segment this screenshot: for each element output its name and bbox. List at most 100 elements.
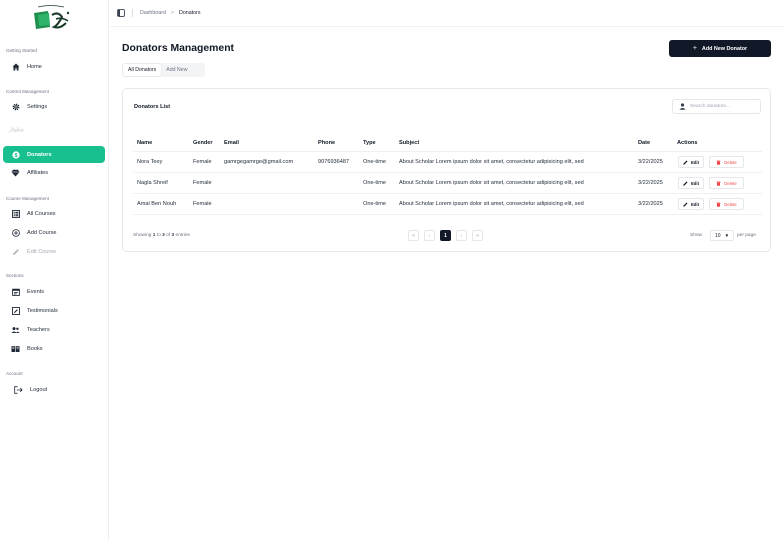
- grid-list-icon: [11, 209, 20, 218]
- tab-add-new[interactable]: Add New: [161, 64, 192, 76]
- last-page-button[interactable]: »: [472, 230, 483, 241]
- sidebar-item-label: Books: [27, 345, 43, 352]
- sidebar-item-blurred[interactable]: سكولار: [3, 121, 105, 138]
- cell-type: One-time: [363, 201, 387, 207]
- sidebar-item-label: Testimonials: [27, 307, 58, 314]
- header-divider: [133, 151, 762, 152]
- plus-icon: +: [692, 45, 697, 52]
- cell-date: 3/22/2025: [638, 201, 663, 207]
- cell-gender: Female: [193, 159, 212, 165]
- sidebar-item-donators[interactable]: $ Donators: [3, 146, 105, 163]
- add-new-donator-button[interactable]: + Add New Donator: [669, 40, 771, 57]
- row-divider: [133, 193, 762, 194]
- pencil-icon: [683, 181, 688, 186]
- col-header-name: Name: [137, 140, 153, 146]
- delete-button[interactable]: Delete: [709, 156, 744, 168]
- page-title: Donators Management: [122, 43, 235, 54]
- tab-all-donators[interactable]: All Donators: [123, 64, 162, 76]
- cell-subject: About Scholar Lorem ipsum dolor sit amet…: [399, 201, 584, 207]
- sidebar: Getting Started Home Control Management …: [0, 0, 109, 540]
- sidebar-item-label: Donators: [27, 151, 52, 158]
- showing-entries-text: Showing 1 to 3 of 3 entries: [133, 233, 190, 238]
- delete-button[interactable]: Delete: [709, 198, 744, 210]
- logo: [28, 3, 74, 33]
- cell-name: Nora Teey: [137, 159, 163, 165]
- col-header-gender: Gender: [193, 140, 213, 146]
- sidebar-item-logout[interactable]: Logout: [3, 381, 105, 398]
- sidebar-item-label: Edit Course: [27, 248, 57, 255]
- pencil-icon: [683, 202, 688, 207]
- delete-label: Delete: [724, 159, 737, 165]
- prev-page-button[interactable]: ‹: [424, 230, 435, 241]
- add-circle-icon: [11, 228, 20, 237]
- cell-email: gamrgegamrge@gmail.com: [224, 159, 294, 165]
- sidebar-item-settings[interactable]: Settings: [3, 98, 105, 115]
- search-input[interactable]: Search donators...: [672, 99, 761, 114]
- per-page-suffix: per page: [737, 233, 756, 238]
- per-page-value: 10: [715, 232, 721, 239]
- cell-type: One-time: [363, 159, 387, 165]
- sidebar-item-home[interactable]: Home: [3, 58, 105, 75]
- review-icon: [11, 306, 20, 315]
- showing-to-word: to: [156, 233, 161, 238]
- row-divider: [133, 172, 762, 173]
- search-placeholder: Search donators...: [690, 104, 730, 109]
- sidebar-toggle-icon[interactable]: [117, 9, 125, 17]
- trash-icon: [716, 160, 721, 165]
- sidebar-item-label: Events: [27, 288, 45, 295]
- col-header-email: Email: [224, 140, 239, 146]
- col-header-actions: Actions: [677, 140, 698, 146]
- section-control-management: Control Management: [6, 89, 49, 94]
- first-page-button[interactable]: «: [408, 230, 419, 241]
- sidebar-item-affiliates[interactable]: Affiliates: [3, 164, 105, 181]
- trash-icon: [716, 202, 721, 207]
- edit-label: Edit: [690, 201, 700, 207]
- svg-text:$: $: [14, 153, 17, 159]
- topbar-divider: [132, 9, 133, 17]
- cell-gender: Female: [193, 201, 212, 207]
- delete-label: Delete: [724, 180, 737, 186]
- section-sections: Sections: [6, 273, 24, 278]
- row-divider: [133, 214, 762, 215]
- showing-prefix: Showing: [133, 233, 152, 238]
- showing-entries-word: entries: [175, 233, 190, 238]
- people-icon: [11, 325, 20, 334]
- sidebar-item-teachers[interactable]: Teachers: [3, 321, 105, 338]
- col-header-phone: Phone: [318, 140, 336, 146]
- section-account: Account: [6, 371, 23, 376]
- col-header-type: Type: [363, 140, 376, 146]
- cell-subject: About Scholar Lorem ipsum dolor sit amet…: [399, 180, 584, 186]
- col-header-date: Date: [638, 140, 651, 146]
- edit-button[interactable]: Edit: [678, 177, 704, 189]
- edit-label: Edit: [690, 159, 700, 165]
- logout-icon: [14, 385, 23, 394]
- cell-type: One-time: [363, 180, 387, 186]
- showing-from: 1: [152, 233, 156, 238]
- user-search-icon: [679, 103, 686, 110]
- edit-button[interactable]: Edit: [678, 156, 704, 168]
- dollar-icon: $: [11, 150, 20, 159]
- chevron-right-icon: >: [170, 10, 175, 16]
- section-getting-started: Getting Started: [6, 48, 37, 53]
- page-1-button[interactable]: 1: [440, 230, 451, 241]
- sidebar-item-books[interactable]: Books: [3, 340, 105, 357]
- per-page-select[interactable]: 10 ▼: [710, 230, 734, 241]
- sidebar-item-edit-course[interactable]: Edit Course: [3, 243, 105, 260]
- sidebar-item-events[interactable]: Events: [3, 283, 105, 300]
- donators-list-card: Donators List Search donators... Name Ge…: [122, 88, 771, 252]
- next-page-button[interactable]: ›: [456, 230, 467, 241]
- sidebar-item-all-courses[interactable]: All Courses: [3, 205, 105, 222]
- breadcrumb-dashboard[interactable]: Dashboard: [140, 10, 166, 16]
- diamond-icon: [11, 168, 20, 177]
- sidebar-item-label: Settings: [27, 103, 48, 110]
- delete-button[interactable]: Delete: [709, 177, 744, 189]
- showing-of-word: of: [166, 233, 171, 238]
- sidebar-item-testimonials[interactable]: Testimonials: [3, 302, 105, 319]
- cell-name: Nagla Shreif: [137, 180, 168, 186]
- sidebar-item-add-course[interactable]: Add Course: [3, 224, 105, 241]
- book-icon: [11, 344, 20, 353]
- sidebar-item-label: Logout: [30, 386, 48, 393]
- sidebar-item-label: All Courses: [27, 210, 56, 217]
- edit-button[interactable]: Edit: [678, 198, 704, 210]
- breadcrumb-current: Donators: [179, 10, 201, 16]
